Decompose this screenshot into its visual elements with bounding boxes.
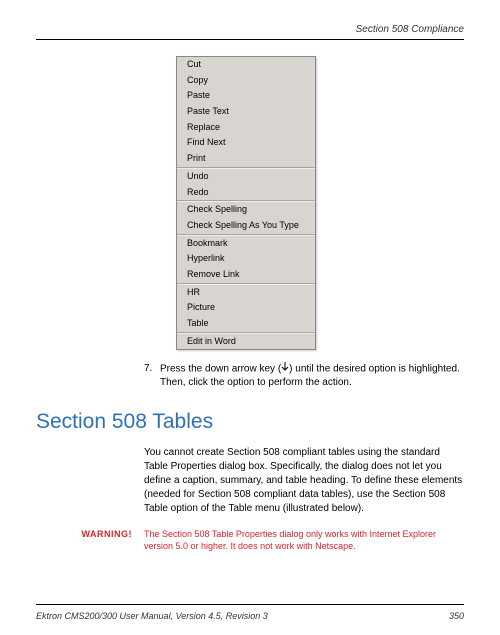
menu-item[interactable]: Edit in Word [177,334,315,350]
menu-item[interactable]: Remove Link [177,267,315,283]
menu-item[interactable]: Cut [177,57,315,73]
menu-item[interactable]: Print [177,151,315,167]
warning-text: The Section 508 Table Properties dialog … [144,528,464,553]
step-text-before: Press the down arrow key ( [160,364,281,375]
footer-rule [36,604,464,605]
menu-item[interactable]: Picture [177,300,315,316]
footer: Ektron CMS200/300 User Manual, Version 4… [36,611,464,621]
menu-item[interactable]: Replace [177,120,315,136]
menu-item[interactable]: Check Spelling As You Type [177,218,315,234]
menu-item[interactable]: Table [177,316,315,332]
body-paragraph: You cannot create Section 508 compliant … [144,446,464,516]
menu-item[interactable]: Find Next [177,135,315,151]
menu-item[interactable]: Bookmark [177,236,315,252]
page-number: 350 [449,611,464,621]
warning-label: WARNING! [36,528,144,553]
header-rule [36,39,464,40]
menu-item[interactable]: Redo [177,185,315,201]
step-text: Press the down arrow key () until the de… [160,362,464,389]
menu-item[interactable]: Hyperlink [177,251,315,267]
menu-item[interactable]: Paste [177,88,315,104]
instruction-step: 7. Press the down arrow key () until the… [144,362,464,389]
menu-item[interactable]: Copy [177,73,315,89]
step-number: 7. [144,362,160,389]
menu-item[interactable]: Paste Text [177,104,315,120]
footer-left: Ektron CMS200/300 User Manual, Version 4… [36,611,268,621]
warning-block: WARNING! The Section 508 Table Propertie… [36,528,464,553]
page-heading: Section 508 Tables [36,410,464,434]
menu-item[interactable]: Check Spelling [177,202,315,218]
down-arrow-icon [281,362,289,376]
menu-item[interactable]: HR [177,285,315,301]
context-menu: CutCopyPastePaste TextReplaceFind NextPr… [176,56,316,350]
header-section-title: Section 508 Compliance [36,24,464,35]
menu-item[interactable]: Undo [177,169,315,185]
